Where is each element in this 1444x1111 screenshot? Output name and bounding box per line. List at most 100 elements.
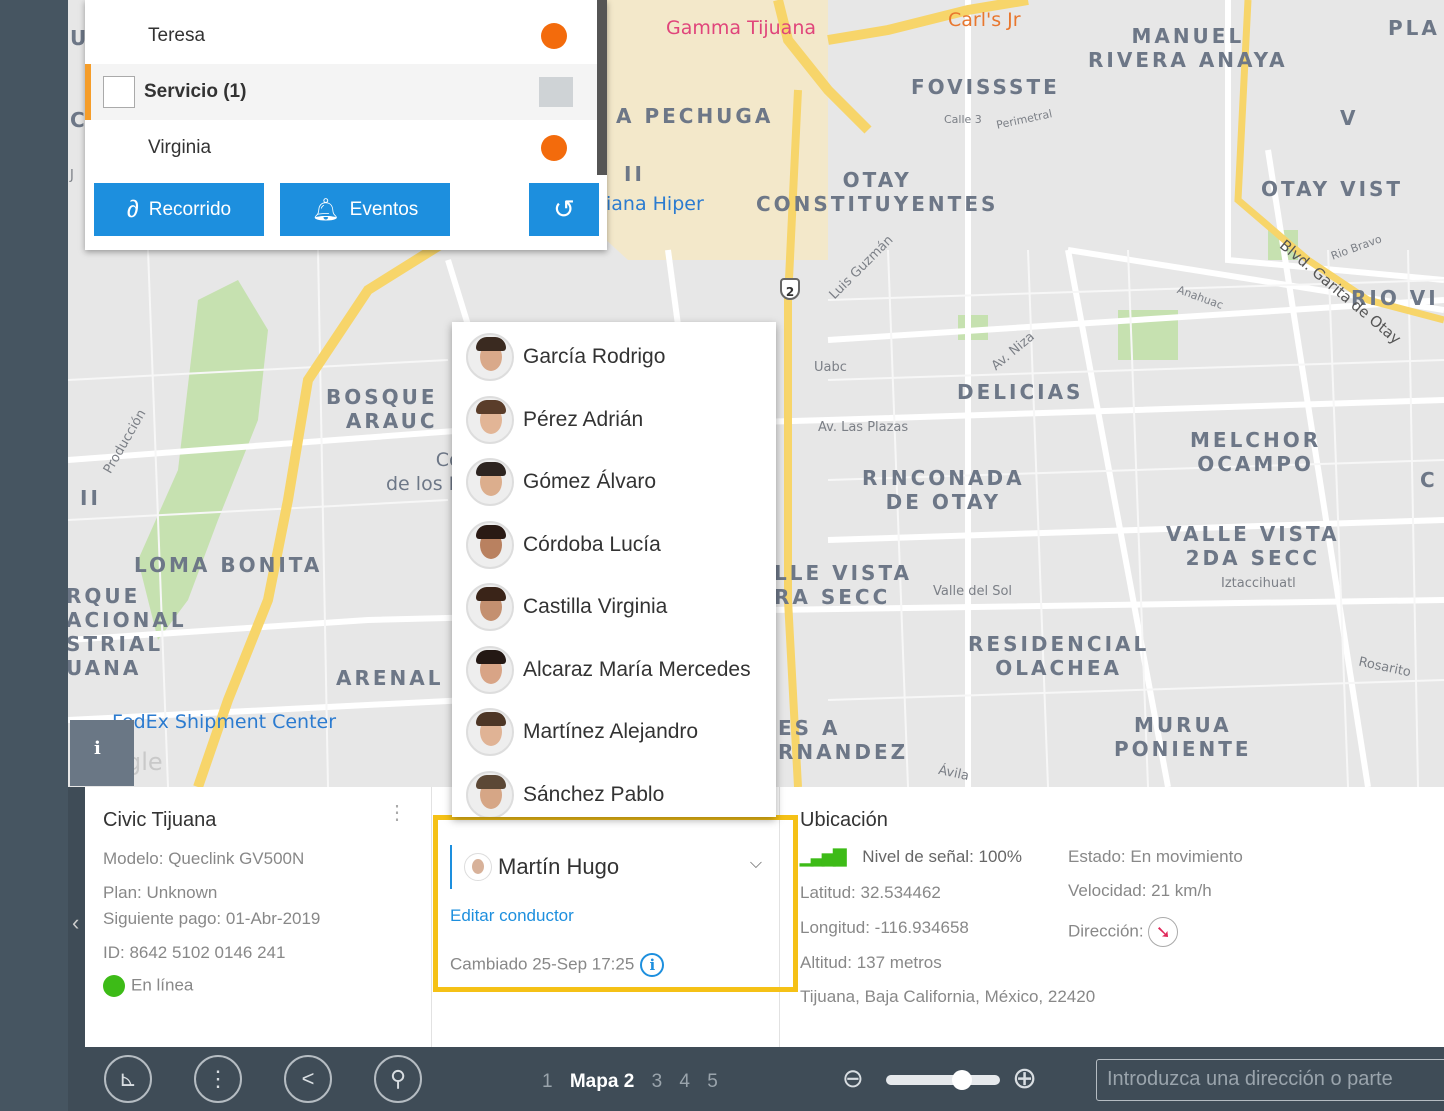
map-label-c: C <box>1420 468 1438 492</box>
history-icon: ↺ <box>553 194 575 224</box>
page-1[interactable]: 1 <box>542 1071 553 1092</box>
signal-bars-icon: ▁▃▅▇ <box>800 847 846 866</box>
driver-avatar <box>466 645 514 694</box>
map-label-parque: RQUE ACIONAL STRIAL UANA <box>68 584 187 680</box>
map-label-valle-vista-2: VALLE VISTA 2DA SECC <box>1166 522 1340 570</box>
vehicle-speed: Velocidad: 21 km/h <box>1068 881 1212 900</box>
history-button[interactable]: ↺ <box>529 183 599 236</box>
vehicle-status-dot <box>541 23 567 49</box>
events-button-label: Eventos <box>349 198 419 220</box>
vehicle-name: Teresa <box>148 25 206 46</box>
latitude: Latitud: 32.534462 <box>800 883 941 902</box>
map-label-otay-vista: OTAY VIST <box>1261 177 1404 201</box>
map-label-ii-top: II <box>624 162 645 186</box>
map-label-lle-vista: LLE VISTA RA SECC <box>774 561 913 609</box>
street-uabc: Uabc <box>814 360 847 375</box>
address-search-input[interactable]: Introduzca una dirección o parte <box>1096 1059 1444 1101</box>
street-iztaccihuatl: Iztaccihuatl <box>1221 576 1296 591</box>
driver-avatar <box>466 770 514 817</box>
map-label-pechuga: A PECHUGA <box>616 104 774 128</box>
driver-avatar <box>466 333 514 381</box>
driver-option[interactable]: Sánchez Pablo <box>452 764 776 817</box>
bell-icon: 🔔︎ <box>311 196 340 222</box>
vehicle-actions-bar: ∂ Recorrido 🔔︎ Eventos ↺ <box>85 175 607 250</box>
vehicle-status-dot <box>541 135 567 161</box>
map-info-button[interactable]: i <box>70 720 134 786</box>
driver-avatar <box>466 708 514 756</box>
driver-option-name: Martínez Alejandro <box>523 720 699 743</box>
route-button[interactable]: ∂ Recorrido <box>94 183 264 236</box>
map-label-bosque: BOSQUE ARAUC <box>326 385 438 433</box>
address: Tijuana, Baja California, México, 22420 <box>800 987 1096 1006</box>
vehicle-details: Civic Tijuana ⋮ Modelo: Queclink GV500N … <box>85 787 432 1047</box>
vehicle-state: Estado: En movimiento <box>1068 847 1243 866</box>
driver-avatar <box>466 395 514 444</box>
page-5[interactable]: 5 <box>707 1071 718 1092</box>
map-label-delicias: DELICIAS <box>957 380 1084 404</box>
map-label-carls: Carl's Jr <box>948 9 1021 31</box>
zoom-in-icon[interactable]: ⊕ <box>1012 1061 1037 1096</box>
online-dot <box>103 975 125 997</box>
driver-option[interactable]: Martínez Alejandro <box>452 701 776 763</box>
signal-level: ▁▃▅▇ Nivel de señal: 100% <box>800 847 1022 867</box>
page-4[interactable]: 4 <box>679 1071 690 1092</box>
page-3[interactable]: 3 <box>652 1071 663 1092</box>
signal-level-label: Nivel de señal: 100% <box>862 847 1023 866</box>
direction-label: Dirección: <box>1068 921 1144 941</box>
map-label-arenal: ARENAL <box>336 666 444 690</box>
vehicle-direction: Dirección: ➘ <box>1068 917 1179 947</box>
map-label-co: Co de los E <box>386 449 461 495</box>
vehicle-group-servicio[interactable]: Servicio (1) <box>85 64 597 120</box>
driver-option[interactable]: Alcaraz María Mercedes <box>452 639 776 701</box>
map-label-v: V <box>1340 106 1359 130</box>
street-las-plazas: Av. Las Plazas <box>818 420 909 435</box>
longitude: Longitud: -116.934658 <box>800 918 969 937</box>
street-calle-3: Calle 3 <box>944 113 982 126</box>
zoom-slider-handle[interactable] <box>952 1070 972 1090</box>
map-label-melchor: MELCHOR OCAMPO <box>1190 428 1322 476</box>
map-pin-icon[interactable]: ⚲ <box>374 1055 422 1103</box>
driver-option[interactable]: Córdoba Lucía <box>452 514 776 576</box>
group-checkbox[interactable] <box>103 76 135 108</box>
zoom-slider[interactable] <box>886 1070 1000 1090</box>
traffic-light-icon[interactable]: ⋮ <box>194 1055 242 1103</box>
driver-option-name: Córdoba Lucía <box>523 532 661 556</box>
vehicle-row-teresa[interactable]: Teresa <box>85 8 597 64</box>
altitude: Altitud: 137 metros <box>800 953 942 972</box>
ruler-icon[interactable]: ⊾ <box>104 1055 152 1103</box>
scrollbar[interactable] <box>597 0 607 175</box>
street-valle-sol: Valle del Sol <box>933 584 1013 599</box>
vehicle-row-virginia[interactable]: Virginia <box>85 120 597 176</box>
driver-option[interactable]: Castilla Virginia <box>452 576 776 638</box>
vehicle-plan: Plan: Unknown <box>103 883 218 902</box>
map-label-residencial: RESIDENCIAL OLACHEA <box>968 632 1150 680</box>
more-options-icon[interactable]: ⋮ <box>387 803 407 823</box>
zoom-out-icon[interactable]: ⊖ <box>842 1063 864 1094</box>
driver-option[interactable]: Pérez Adrián <box>452 389 776 451</box>
driver-dropdown: García Rodrigo Pérez Adrián Gómez Álvaro Có… <box>452 322 776 817</box>
driver-option[interactable]: Gómez Álvaro <box>452 451 776 513</box>
vehicle-next-payment: Siguiente pago: 01-Abr-2019 <box>103 909 321 928</box>
collapse-left-icon[interactable]: ‹ <box>72 910 79 936</box>
route-icon: ∂ <box>126 195 139 223</box>
events-button[interactable]: 🔔︎ Eventos <box>280 183 450 236</box>
message-icon[interactable] <box>539 77 573 107</box>
compass-arrow-icon: ➘ <box>1148 917 1179 947</box>
vehicle-list-panel: Teresa Servicio (1) Virginia ∂ Recorrido… <box>85 0 607 250</box>
page-mapa-2[interactable]: Mapa 2 <box>570 1071 634 1092</box>
share-icon[interactable]: < <box>284 1055 332 1103</box>
vehicle-id: ID: 8642 5102 0146 241 <box>103 943 286 962</box>
driver-avatar <box>466 520 514 569</box>
map-label-hiper: iana Hiper <box>606 193 704 215</box>
map-label-otay-constituyentes: OTAY CONSTITUYENTES <box>756 168 999 216</box>
driver-avatar <box>466 583 514 631</box>
map-pages: 1 Mapa 2 3 4 5 <box>542 1071 730 1093</box>
driver-option[interactable]: García Rodrigo <box>452 326 776 388</box>
map-label-manuel: MANUEL RIVERA ANAYA <box>1088 24 1288 72</box>
vehicle-status: En línea <box>103 975 193 997</box>
driver-option-name: García Rodrigo <box>523 345 666 368</box>
map-label-fedex: FedEx Shipment Center <box>112 711 337 733</box>
map-label-rinconada: RINCONADA DE OTAY <box>862 466 1025 514</box>
driver-option-name: Alcaraz María Mercedes <box>523 657 751 681</box>
online-status-label: En línea <box>131 975 194 995</box>
